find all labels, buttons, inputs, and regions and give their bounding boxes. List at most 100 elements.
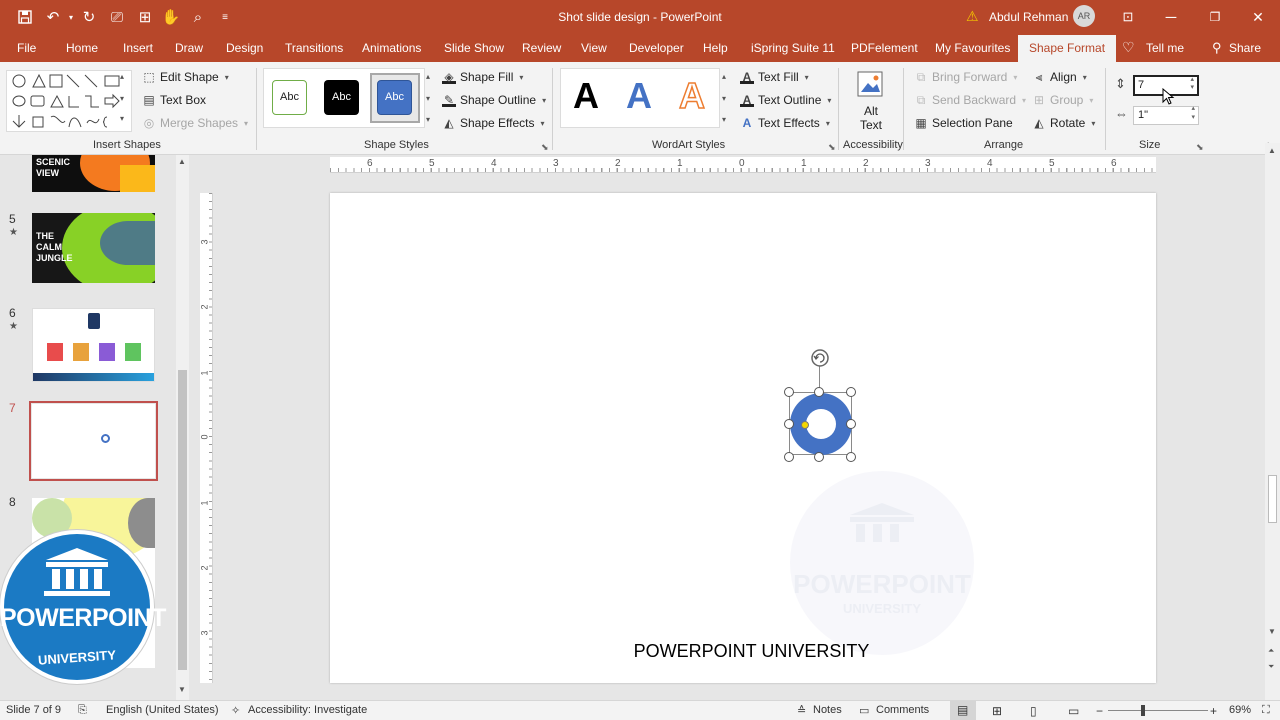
resize-handle-bottom[interactable]	[814, 452, 824, 462]
resize-handle-right[interactable]	[846, 419, 856, 429]
tab-view[interactable]: View	[581, 35, 607, 62]
wordart-more-icon[interactable]: ▾	[722, 115, 726, 124]
slide-thumbnail-4[interactable]: SCENIC VIEW	[32, 155, 155, 192]
slide-sorter-icon[interactable]: ⊞	[992, 704, 1002, 718]
wordart-scroll-up-icon[interactable]: ▴	[722, 72, 726, 81]
tab-home[interactable]: Home	[66, 35, 98, 62]
main-scrollbar[interactable]: ▲ ▼ ⏶ ⏷	[1265, 143, 1280, 700]
touch-mode-icon[interactable]: ✋	[160, 6, 182, 28]
shape-effects-button[interactable]: ◭ Shape Effects ▾	[442, 116, 544, 130]
tab-ispring-suite[interactable]: iSpring Suite 11	[751, 35, 835, 62]
text-box-button[interactable]: ▤ Text Box	[142, 93, 206, 107]
wordart-blue[interactable]: A	[626, 76, 652, 116]
slide-show-icon[interactable]: ▭	[1068, 704, 1079, 718]
lightbulb-icon[interactable]: ♡	[1122, 39, 1135, 56]
slide-thumbnail-6[interactable]	[32, 308, 155, 382]
slide-footer-text[interactable]: POWERPOINT UNIVERSITY	[330, 641, 1173, 662]
styles-scroll-up-icon[interactable]: ▴	[426, 72, 430, 81]
text-effects-button[interactable]: A Text Effects ▾	[740, 116, 830, 130]
scroll-thumb[interactable]	[178, 370, 187, 670]
shape-fill-button[interactable]: ◈ Shape Fill ▾	[442, 70, 523, 84]
style-preset-black[interactable]: Abc	[324, 80, 359, 115]
comments-icon[interactable]: ▭	[859, 704, 869, 717]
share-button[interactable]: Share	[1229, 35, 1261, 62]
styles-scroll-down-icon[interactable]: ▾	[426, 94, 430, 103]
scroll-down-icon[interactable]: ▼	[1268, 627, 1276, 636]
edit-shape-button[interactable]: ⬚ Edit Shape ▾	[142, 70, 228, 84]
wordart-dialog-launcher-icon[interactable]: ⬊	[828, 142, 836, 153]
spin-up-icon[interactable]: ▴	[1191, 104, 1195, 112]
previous-slide-icon[interactable]: ⏶	[1268, 646, 1274, 656]
bring-forward-button[interactable]: ⧉ Bring Forward ▾	[914, 70, 1018, 84]
shape-width-input[interactable]: 1" ▴ ▾	[1133, 104, 1199, 125]
print-preview-icon[interactable]: ⌕	[187, 6, 209, 28]
tab-slide-show[interactable]: Slide Show	[444, 35, 504, 62]
text-fill-button[interactable]: A Text Fill ▾	[740, 70, 809, 84]
tab-design[interactable]: Design	[226, 35, 263, 62]
rotate-button[interactable]: ◭ Rotate ▾	[1032, 116, 1095, 130]
resize-handle-top-right[interactable]	[846, 387, 856, 397]
redo-icon[interactable]: ↻	[78, 6, 100, 28]
zoom-in-icon[interactable]: +	[1210, 704, 1217, 718]
scroll-thumb[interactable]	[1268, 475, 1277, 523]
tab-file[interactable]: File	[17, 35, 36, 62]
scroll-down-icon[interactable]: ▼	[178, 685, 186, 694]
resize-handle-top[interactable]	[814, 387, 824, 397]
next-slide-icon[interactable]: ⏷	[1268, 662, 1274, 672]
tab-review[interactable]: Review	[522, 35, 561, 62]
from-beginning-icon[interactable]: ⎚	[106, 6, 128, 28]
slide-canvas[interactable]: POWERPOINT UNIVERSITY POWERPOINT UNIVERS…	[330, 193, 1156, 683]
selection-pane-button[interactable]: ▦ Selection Pane	[914, 116, 1012, 130]
align-button[interactable]: ⫷ Align ▾	[1032, 70, 1087, 84]
tab-transitions[interactable]: Transitions	[285, 35, 343, 62]
alt-text-button[interactable]: Alt Text	[855, 70, 887, 140]
accessibility-icon[interactable]: ✧	[231, 704, 240, 717]
tell-me-search[interactable]: Tell me	[1146, 35, 1184, 62]
start-slideshow-icon[interactable]: ⊞	[134, 6, 156, 28]
merge-shapes-button[interactable]: ◎ Merge Shapes ▾	[142, 116, 248, 130]
tab-my-favourites[interactable]: My Favourites	[935, 35, 1010, 62]
style-preset-blue[interactable]: Abc	[377, 80, 412, 115]
scroll-up-icon[interactable]: ▲	[178, 157, 186, 166]
save-icon[interactable]	[14, 6, 36, 28]
spin-up-icon[interactable]: ▴	[1190, 75, 1194, 83]
group-button[interactable]: ⊞ Group ▾	[1032, 93, 1093, 107]
notes-button[interactable]: Notes	[813, 704, 842, 716]
adjustment-handle[interactable]	[801, 421, 809, 429]
resize-handle-bottom-right[interactable]	[846, 452, 856, 462]
shape-outline-button[interactable]: ✎ Shape Outline ▾	[442, 93, 546, 107]
spin-down-icon[interactable]: ▾	[1190, 83, 1194, 91]
donut-shape[interactable]	[790, 393, 852, 455]
wordart-black[interactable]: A	[573, 76, 599, 116]
tab-shape-format[interactable]: Shape Format	[1018, 35, 1117, 62]
zoom-out-icon[interactable]: −	[1096, 704, 1103, 718]
tab-pdfelement[interactable]: PDFelement	[851, 35, 918, 62]
scroll-up-icon[interactable]: ▲	[1268, 146, 1276, 155]
close-icon[interactable]: ✕	[1247, 6, 1269, 28]
user-name[interactable]: Abdul Rehman	[989, 10, 1068, 24]
tab-help[interactable]: Help	[703, 35, 728, 62]
normal-view-button[interactable]: ▤	[950, 701, 976, 720]
comments-button[interactable]: Comments	[876, 704, 929, 716]
zoom-slider[interactable]	[1108, 710, 1208, 711]
vertical-ruler[interactable]: 3 2 1 0 1 2 3	[200, 193, 213, 683]
gallery-scroll-down-icon[interactable]: ▾	[120, 94, 124, 103]
styles-more-icon[interactable]: ▾	[426, 115, 430, 124]
rotate-handle-icon[interactable]	[809, 347, 831, 369]
spell-check-icon[interactable]: ⎘	[78, 704, 87, 717]
shapes-gallery[interactable]	[6, 70, 132, 132]
warning-icon[interactable]: ⚠	[966, 8, 979, 25]
wordart-scroll-down-icon[interactable]: ▾	[722, 94, 726, 103]
ribbon-display-options-icon[interactable]: ⊡	[1117, 6, 1139, 28]
restore-icon[interactable]: ❐	[1204, 6, 1226, 28]
tab-animations[interactable]: Animations	[362, 35, 421, 62]
text-outline-button[interactable]: A Text Outline ▾	[740, 93, 831, 107]
spin-down-icon[interactable]: ▾	[1191, 113, 1195, 121]
reading-view-icon[interactable]: ▯	[1030, 704, 1037, 718]
wordart-orange-outline[interactable]: A	[678, 75, 706, 117]
horizontal-ruler[interactable]: 6 5 4 3 2 1 0 1 2 3 4 5 6	[330, 157, 1156, 173]
resize-handle-left[interactable]	[784, 419, 794, 429]
tab-insert[interactable]: Insert	[123, 35, 153, 62]
thumbnail-scrollbar[interactable]: ▲ ▼	[176, 155, 189, 700]
avatar[interactable]: AR	[1073, 5, 1095, 27]
